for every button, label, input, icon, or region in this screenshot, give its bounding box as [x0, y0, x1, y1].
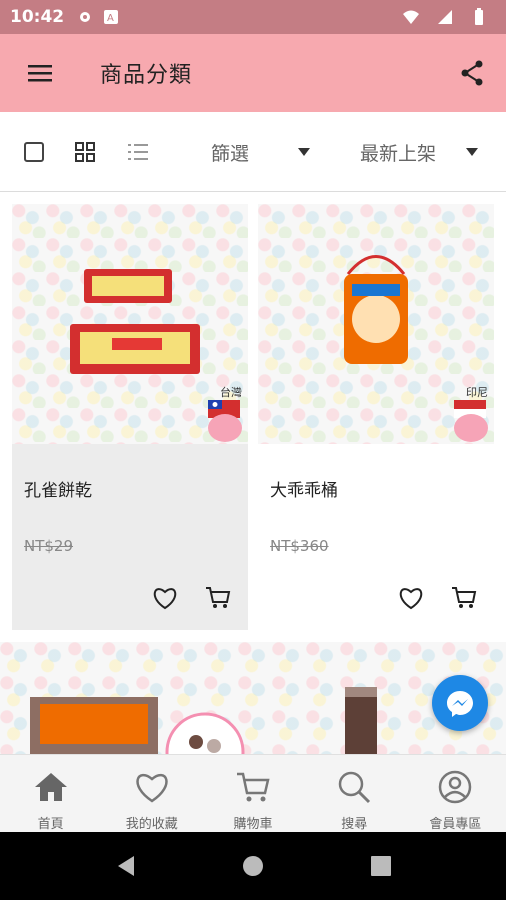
- product-price: NT$360: [270, 537, 329, 555]
- share-icon: [461, 60, 483, 86]
- nav-home[interactable]: 首頁: [0, 755, 101, 832]
- circle-home-icon: [243, 856, 263, 876]
- product-card[interactable]: 印尼 大乖乖桶 NT$360: [258, 204, 494, 630]
- sort-label: 最新上架: [360, 142, 437, 165]
- product-card[interactable]: 台灣 孔雀餅乾 NT$29: [12, 204, 248, 630]
- nav-search[interactable]: 搜尋: [304, 755, 405, 832]
- favorite-button[interactable]: [395, 582, 427, 614]
- product-name: 大乖乖桶: [270, 481, 338, 501]
- recents-button[interactable]: [367, 852, 395, 880]
- status-time: 10:42: [10, 7, 65, 27]
- product-image[interactable]: 台灣: [12, 204, 248, 444]
- grid-view-icon[interactable]: [65, 132, 105, 172]
- mascot-icon: [454, 414, 488, 442]
- nav-label: 搜尋: [341, 817, 368, 832]
- signal-icon: [436, 8, 454, 26]
- filter-caret-icon: [298, 148, 310, 156]
- nav-label: 我的收藏: [125, 817, 178, 832]
- person-icon: [435, 769, 475, 805]
- add-to-cart-button[interactable]: [202, 582, 234, 614]
- list-toolbar: 篩選 最新上架: [0, 112, 506, 192]
- a-icon: A: [102, 8, 120, 26]
- nav-label: 會員專區: [429, 817, 482, 832]
- gear-icon: [76, 8, 94, 26]
- cart-icon: [206, 587, 231, 608]
- hamburger-icon: [28, 65, 52, 82]
- status-bar: 10:42 A: [0, 0, 506, 34]
- nav-cart[interactable]: 購物車: [202, 755, 303, 832]
- product-row-partial: [0, 642, 506, 754]
- heart-icon: [132, 769, 172, 805]
- filter-dropdown[interactable]: 篩選: [195, 112, 325, 192]
- country-label: 印尼: [466, 386, 488, 399]
- heart-icon: [399, 588, 423, 610]
- select-all-checkbox[interactable]: [14, 132, 54, 172]
- sort-caret-icon: [466, 148, 478, 156]
- nav-label: 首頁: [37, 817, 64, 832]
- wifi-icon: [402, 8, 420, 26]
- product-grid: 台灣 孔雀餅乾 NT$29 印尼 大乖乖桶 NT$360: [0, 192, 506, 754]
- nav-member[interactable]: 會員專區: [405, 755, 506, 832]
- cart-icon: [452, 587, 477, 608]
- page-title: 商品分類: [100, 63, 193, 88]
- filter-label: 篩選: [211, 142, 250, 165]
- add-to-cart-button[interactable]: [448, 582, 480, 614]
- search-icon: [334, 769, 374, 805]
- back-button[interactable]: [112, 852, 140, 880]
- nav-favorites[interactable]: 我的收藏: [101, 755, 202, 832]
- back-icon: [118, 856, 134, 876]
- messenger-icon: [447, 691, 473, 717]
- square-recents-icon: [371, 856, 391, 876]
- country-label: 台灣: [220, 386, 242, 399]
- system-nav-bar: [0, 832, 506, 900]
- app-bar: 商品分類: [0, 34, 506, 112]
- list-view-icon[interactable]: [118, 132, 158, 172]
- home-button[interactable]: [239, 852, 267, 880]
- product-name: 孔雀餅乾: [24, 481, 92, 501]
- favorite-button[interactable]: [149, 582, 181, 614]
- product-image[interactable]: 印尼: [258, 204, 494, 444]
- country-badge: 印尼: [450, 384, 490, 444]
- mascot-icon: [208, 414, 242, 442]
- battery-icon: [470, 8, 488, 26]
- home-icon: [31, 769, 71, 805]
- sort-dropdown[interactable]: 最新上架: [348, 112, 498, 192]
- country-badge: 台灣: [204, 384, 244, 444]
- product-price: NT$29: [24, 537, 74, 555]
- nav-label: 購物車: [233, 817, 273, 832]
- share-button[interactable]: [450, 51, 494, 95]
- messenger-button[interactable]: [432, 675, 488, 731]
- heart-icon: [153, 588, 177, 610]
- bottom-nav: 首頁 我的收藏 購物車 搜尋 會員專區: [0, 754, 506, 832]
- menu-button[interactable]: [18, 51, 62, 95]
- svg-text:A: A: [107, 13, 114, 24]
- cart-icon: [233, 769, 273, 805]
